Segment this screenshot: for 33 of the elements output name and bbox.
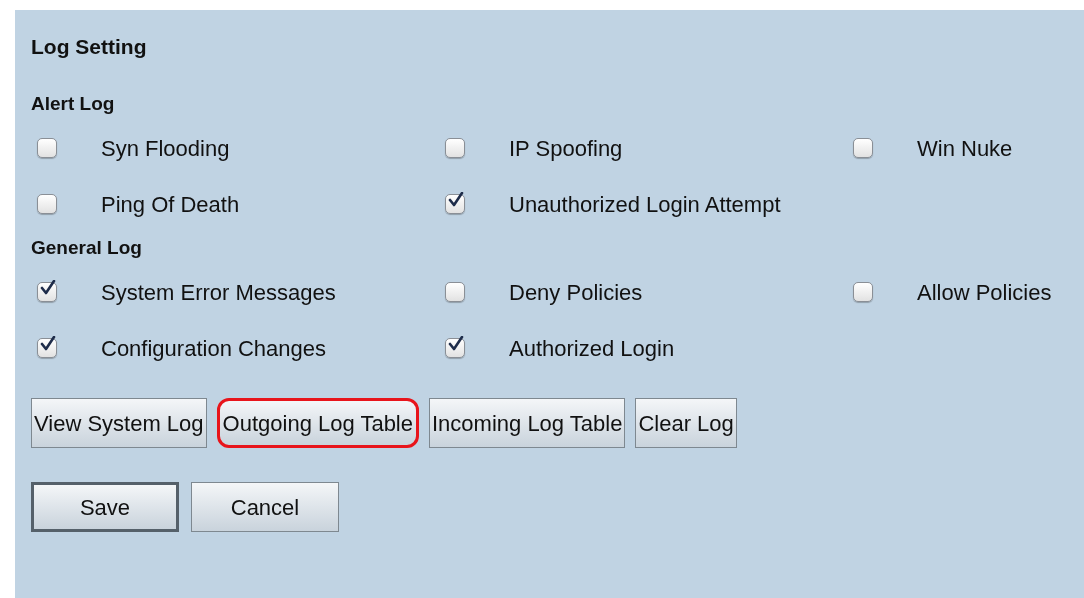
checkmark-icon (40, 336, 56, 352)
checkmark-icon (448, 192, 464, 208)
checkbox-label: Deny Policies (509, 278, 643, 307)
checkbox[interactable] (37, 282, 57, 302)
log-button[interactable]: View System Log (31, 398, 207, 448)
log-button[interactable]: Incoming Log Table (429, 398, 626, 448)
checkbox[interactable] (445, 138, 465, 158)
log-button[interactable]: Outgoing Log Table (216, 398, 419, 448)
checkbox[interactable] (853, 282, 873, 302)
checkbox-label: Syn Flooding (101, 134, 230, 163)
checkbox[interactable] (445, 194, 465, 214)
action-button[interactable]: Cancel (191, 482, 339, 532)
checkbox-label: IP Spoofing (509, 134, 623, 163)
checkbox-label: Authorized Login (509, 334, 675, 363)
section-heading: General Log (31, 236, 143, 260)
checkbox[interactable] (853, 138, 873, 158)
checkbox[interactable] (37, 338, 57, 358)
checkbox-label: Unauthorized Login Attempt (509, 190, 781, 219)
log-button[interactable]: Clear Log (635, 398, 737, 448)
checkbox[interactable] (37, 194, 57, 214)
checkbox-label: System Error Messages (101, 278, 336, 307)
section-heading: Alert Log (31, 92, 116, 116)
checkmark-icon (448, 336, 464, 352)
checkbox[interactable] (37, 138, 57, 158)
checkbox-label: Allow Policies (917, 278, 1052, 307)
checkbox[interactable] (445, 282, 465, 302)
panel-title: Log Setting (31, 34, 148, 60)
checkbox-label: Win Nuke (917, 134, 1013, 163)
checkbox-label: Ping Of Death (101, 190, 240, 219)
checkbox-label: Configuration Changes (101, 334, 327, 363)
checkmark-icon (40, 280, 56, 296)
checkbox[interactable] (445, 338, 465, 358)
action-button[interactable]: Save (31, 482, 179, 532)
